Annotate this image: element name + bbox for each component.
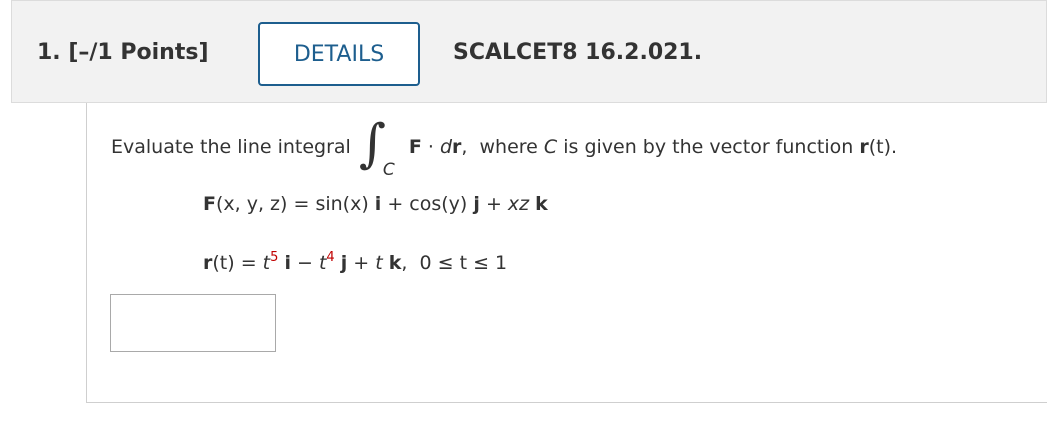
integrand-r: r: [452, 136, 462, 158]
prompt-prefix: Evaluate the line integral: [111, 136, 351, 158]
r-k: k: [388, 252, 402, 274]
r-equation: r(t) = t5 i − t4 j + t k, 0 ≤ t ≤ 1: [203, 250, 508, 274]
r-lhs: r: [203, 252, 213, 274]
F-args: (x, y, z): [215, 193, 288, 215]
F-lhs: F: [203, 193, 216, 215]
question-number-label: 1.: [37, 40, 61, 65]
details-button[interactable]: DETAILS: [258, 22, 420, 86]
answer-input[interactable]: [110, 294, 276, 352]
line-integral: ∫ C: [359, 112, 403, 182]
prompt-suffix: is given by the vector function: [557, 136, 860, 158]
period: .: [890, 136, 898, 158]
dot-operator: ·: [421, 136, 440, 158]
r-domain: , 0 ≤ t ≤ 1: [401, 252, 508, 274]
r-t1: t: [262, 252, 271, 274]
integral-subscript: C: [382, 160, 395, 180]
question-number: 1. [–/1 Points]: [37, 40, 209, 65]
F-term2: cos(y): [409, 193, 474, 215]
r-function-arg: (t): [868, 136, 891, 158]
r-args: (t): [212, 252, 235, 274]
F-term1: sin(x): [315, 193, 375, 215]
integrand-d: d: [439, 136, 453, 158]
problem-code: SCALCET8 16.2.021.: [453, 40, 703, 65]
integrand-F: F: [408, 136, 422, 158]
F-term3: xz: [507, 193, 536, 215]
F-plus2: +: [479, 193, 508, 215]
F-equation: F(x, y, z) = sin(x) i + cos(y) j + xz k: [203, 193, 548, 215]
problem-statement: Evaluate the line integral ∫ C F · dr , …: [111, 112, 897, 182]
prompt-middle: , where: [461, 136, 544, 158]
F-equals: =: [287, 193, 316, 215]
r-minus: −: [290, 252, 319, 274]
r-plus: +: [347, 252, 376, 274]
curve-variable: C: [543, 136, 558, 158]
F-k: k: [535, 193, 548, 215]
F-plus1: +: [381, 193, 410, 215]
r-equals: =: [234, 252, 263, 274]
r-function: r: [859, 136, 869, 158]
r-t3: t: [375, 252, 389, 274]
r-exp1: 5: [270, 250, 279, 265]
points-label: [–/1 Points]: [68, 40, 209, 65]
r-exp2: 4: [326, 250, 335, 265]
